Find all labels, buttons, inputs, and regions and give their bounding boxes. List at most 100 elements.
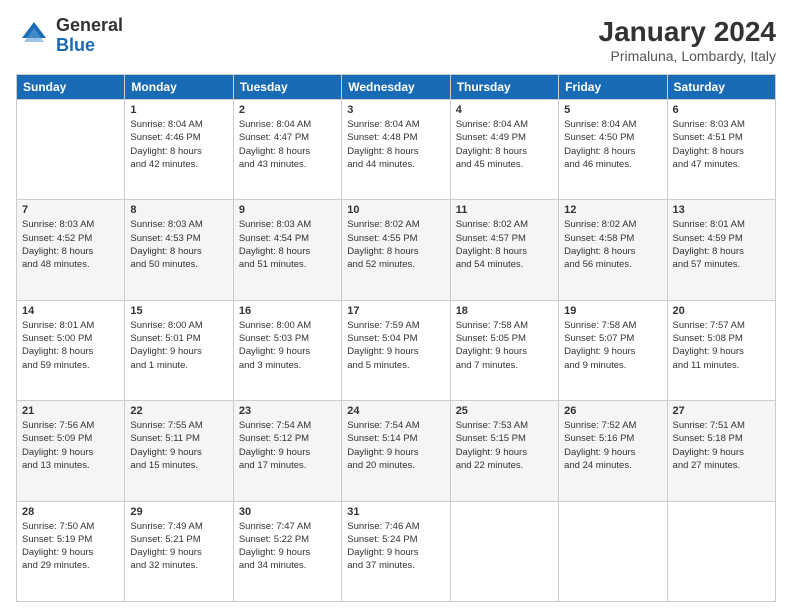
calendar-cell: 9 Sunrise: 8:03 AM Sunset: 4:54 PM Daylig… xyxy=(233,200,341,300)
calendar-cell: 21 Sunrise: 7:56 AM Sunset: 5:09 PM Dayli… xyxy=(17,401,125,501)
day-info: Sunrise: 7:53 AM Sunset: 5:15 PM Dayligh… xyxy=(456,419,553,472)
week-row-4: 21 Sunrise: 7:56 AM Sunset: 5:09 PM Dayli… xyxy=(17,401,776,501)
calendar-cell: 13 Sunrise: 8:01 AM Sunset: 4:59 PM Dayli… xyxy=(667,200,775,300)
col-header-friday: Friday xyxy=(559,75,667,100)
calendar-cell: 28 Sunrise: 7:50 AM Sunset: 5:19 PM Dayli… xyxy=(17,501,125,601)
month-title: January 2024 xyxy=(599,16,776,48)
day-info: Sunrise: 8:04 AM Sunset: 4:48 PM Dayligh… xyxy=(347,118,444,171)
day-number: 28 xyxy=(22,506,119,518)
day-info: Sunrise: 8:01 AM Sunset: 5:00 PM Dayligh… xyxy=(22,319,119,372)
day-info: Sunrise: 8:02 AM Sunset: 4:57 PM Dayligh… xyxy=(456,218,553,271)
day-number: 11 xyxy=(456,204,553,216)
day-number: 1 xyxy=(130,104,227,116)
calendar-cell: 3 Sunrise: 8:04 AM Sunset: 4:48 PM Daylig… xyxy=(342,100,450,200)
calendar-cell xyxy=(450,501,558,601)
day-number: 10 xyxy=(347,204,444,216)
day-number: 20 xyxy=(673,305,770,317)
logo-blue: Blue xyxy=(56,36,123,56)
day-info: Sunrise: 7:58 AM Sunset: 5:05 PM Dayligh… xyxy=(456,319,553,372)
day-info: Sunrise: 7:50 AM Sunset: 5:19 PM Dayligh… xyxy=(22,520,119,573)
calendar-cell xyxy=(559,501,667,601)
calendar-cell: 31 Sunrise: 7:46 AM Sunset: 5:24 PM Dayli… xyxy=(342,501,450,601)
logo-text: General Blue xyxy=(56,16,123,56)
day-number: 8 xyxy=(130,204,227,216)
calendar-cell: 20 Sunrise: 7:57 AM Sunset: 5:08 PM Dayli… xyxy=(667,300,775,400)
day-number: 7 xyxy=(22,204,119,216)
day-number: 4 xyxy=(456,104,553,116)
day-info: Sunrise: 8:03 AM Sunset: 4:51 PM Dayligh… xyxy=(673,118,770,171)
day-info: Sunrise: 8:04 AM Sunset: 4:46 PM Dayligh… xyxy=(130,118,227,171)
calendar-cell: 25 Sunrise: 7:53 AM Sunset: 5:15 PM Dayli… xyxy=(450,401,558,501)
day-info: Sunrise: 8:04 AM Sunset: 4:47 PM Dayligh… xyxy=(239,118,336,171)
calendar-cell: 18Sunrise: 7:58 AM Sunset: 5:05 PM Dayli… xyxy=(450,300,558,400)
day-info: Sunrise: 7:51 AM Sunset: 5:18 PM Dayligh… xyxy=(673,419,770,472)
day-info: Sunrise: 7:54 AM Sunset: 5:14 PM Dayligh… xyxy=(347,419,444,472)
calendar-cell: 24Sunrise: 7:54 AM Sunset: 5:14 PM Dayli… xyxy=(342,401,450,501)
day-info: Sunrise: 7:59 AM Sunset: 5:04 PM Dayligh… xyxy=(347,319,444,372)
day-number: 15 xyxy=(130,305,227,317)
day-number: 17 xyxy=(347,305,444,317)
calendar-cell: 19Sunrise: 7:58 AM Sunset: 5:07 PM Dayli… xyxy=(559,300,667,400)
calendar-cell: 26Sunrise: 7:52 AM Sunset: 5:16 PM Dayli… xyxy=(559,401,667,501)
logo-icon xyxy=(16,18,52,54)
day-number: 6 xyxy=(673,104,770,116)
calendar-cell: 11 Sunrise: 8:02 AM Sunset: 4:57 PM Dayli… xyxy=(450,200,558,300)
day-info: Sunrise: 7:56 AM Sunset: 5:09 PM Dayligh… xyxy=(22,419,119,472)
day-number: 14 xyxy=(22,305,119,317)
day-info: Sunrise: 8:00 AM Sunset: 5:03 PM Dayligh… xyxy=(239,319,336,372)
week-row-3: 14 Sunrise: 8:01 AM Sunset: 5:00 PM Dayli… xyxy=(17,300,776,400)
day-number: 16 xyxy=(239,305,336,317)
calendar-cell: 4 Sunrise: 8:04 AM Sunset: 4:49 PM Daylig… xyxy=(450,100,558,200)
day-info: Sunrise: 7:55 AM Sunset: 5:11 PM Dayligh… xyxy=(130,419,227,472)
calendar-cell: 5Sunrise: 8:04 AM Sunset: 4:50 PM Daylig… xyxy=(559,100,667,200)
calendar-cell: 2Sunrise: 8:04 AM Sunset: 4:47 PM Daylig… xyxy=(233,100,341,200)
calendar-cell: 14 Sunrise: 8:01 AM Sunset: 5:00 PM Dayli… xyxy=(17,300,125,400)
day-info: Sunrise: 8:02 AM Sunset: 4:58 PM Dayligh… xyxy=(564,218,661,271)
day-info: Sunrise: 8:04 AM Sunset: 4:49 PM Dayligh… xyxy=(456,118,553,171)
calendar-cell: 15 Sunrise: 8:00 AM Sunset: 5:01 PM Dayli… xyxy=(125,300,233,400)
calendar-cell: 30 Sunrise: 7:47 AM Sunset: 5:22 PM Dayli… xyxy=(233,501,341,601)
day-info: Sunrise: 7:52 AM Sunset: 5:16 PM Dayligh… xyxy=(564,419,661,472)
calendar-table: SundayMondayTuesdayWednesdayThursdayFrid… xyxy=(16,74,776,602)
day-info: Sunrise: 8:02 AM Sunset: 4:55 PM Dayligh… xyxy=(347,218,444,271)
day-number: 3 xyxy=(347,104,444,116)
calendar-cell: 1 Sunrise: 8:04 AM Sunset: 4:46 PM Daylig… xyxy=(125,100,233,200)
day-number: 12 xyxy=(564,204,661,216)
header: General Blue January 2024 Primaluna, Lom… xyxy=(16,16,776,64)
calendar-cell: 12 Sunrise: 8:02 AM Sunset: 4:58 PM Dayli… xyxy=(559,200,667,300)
day-info: Sunrise: 7:46 AM Sunset: 5:24 PM Dayligh… xyxy=(347,520,444,573)
week-row-1: 1 Sunrise: 8:04 AM Sunset: 4:46 PM Daylig… xyxy=(17,100,776,200)
calendar-cell: 16 Sunrise: 8:00 AM Sunset: 5:03 PM Dayli… xyxy=(233,300,341,400)
day-number: 25 xyxy=(456,405,553,417)
calendar-cell: 23 Sunrise: 7:54 AM Sunset: 5:12 PM Dayli… xyxy=(233,401,341,501)
day-info: Sunrise: 7:57 AM Sunset: 5:08 PM Dayligh… xyxy=(673,319,770,372)
day-number: 9 xyxy=(239,204,336,216)
day-number: 23 xyxy=(239,405,336,417)
day-number: 13 xyxy=(673,204,770,216)
col-header-thursday: Thursday xyxy=(450,75,558,100)
calendar-cell: 17 Sunrise: 7:59 AM Sunset: 5:04 PM Dayli… xyxy=(342,300,450,400)
day-info: Sunrise: 8:00 AM Sunset: 5:01 PM Dayligh… xyxy=(130,319,227,372)
calendar-cell: 22Sunrise: 7:55 AM Sunset: 5:11 PM Dayli… xyxy=(125,401,233,501)
day-number: 31 xyxy=(347,506,444,518)
day-info: Sunrise: 8:01 AM Sunset: 4:59 PM Dayligh… xyxy=(673,218,770,271)
col-header-saturday: Saturday xyxy=(667,75,775,100)
logo-general: General xyxy=(56,16,123,36)
calendar-cell xyxy=(17,100,125,200)
day-info: Sunrise: 7:58 AM Sunset: 5:07 PM Dayligh… xyxy=(564,319,661,372)
day-info: Sunrise: 8:03 AM Sunset: 4:54 PM Dayligh… xyxy=(239,218,336,271)
day-info: Sunrise: 8:03 AM Sunset: 4:53 PM Dayligh… xyxy=(130,218,227,271)
location-title: Primaluna, Lombardy, Italy xyxy=(599,48,776,64)
calendar-cell xyxy=(667,501,775,601)
week-row-2: 7Sunrise: 8:03 AM Sunset: 4:52 PM Daylig… xyxy=(17,200,776,300)
day-number: 29 xyxy=(130,506,227,518)
calendar-cell: 29Sunrise: 7:49 AM Sunset: 5:21 PM Dayli… xyxy=(125,501,233,601)
day-number: 21 xyxy=(22,405,119,417)
day-number: 27 xyxy=(673,405,770,417)
day-info: Sunrise: 7:47 AM Sunset: 5:22 PM Dayligh… xyxy=(239,520,336,573)
week-row-5: 28 Sunrise: 7:50 AM Sunset: 5:19 PM Dayli… xyxy=(17,501,776,601)
header-row: SundayMondayTuesdayWednesdayThursdayFrid… xyxy=(17,75,776,100)
day-number: 30 xyxy=(239,506,336,518)
col-header-tuesday: Tuesday xyxy=(233,75,341,100)
day-info: Sunrise: 7:54 AM Sunset: 5:12 PM Dayligh… xyxy=(239,419,336,472)
